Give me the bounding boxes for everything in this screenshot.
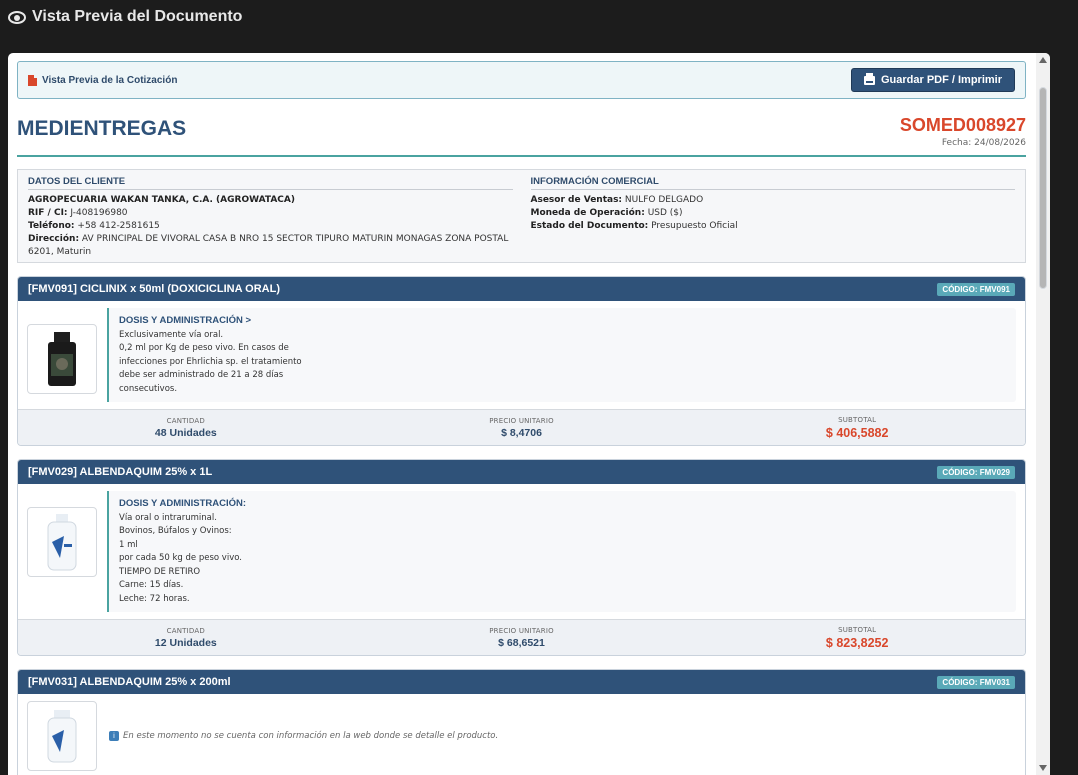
bottle-icon [48,332,76,386]
dosage-line: Vía oral o intraruminal. [119,512,217,523]
status-value: Presupuesto Oficial [651,221,738,231]
product-card: [FMV031] ALBENDAQUIM 25% x 200ml CÓDIGO:… [17,669,1026,775]
product-header: [FMV031] ALBENDAQUIM 25% x 200ml CÓDIGO:… [18,670,1025,694]
scroll-down-arrow-icon[interactable] [1039,765,1047,771]
preview-bar: Vista Previa de la Cotización Guardar PD… [17,61,1026,99]
product-totals: CANTIDAD 48 Unidades PRECIO UNITARIO $ 8… [18,409,1025,445]
preview-label-text: Vista Previa de la Cotización [42,74,178,86]
unit-price-value: $ 8,4706 [501,426,542,439]
phone-label: Teléfono: [28,221,75,231]
qty-value: 12 Unidades [154,636,217,649]
dosage-line: TIEMPO DE RETIRO [119,566,201,577]
product-header: [FMV091] CICLINIX x 50ml (DOXICICLINA OR… [18,277,1025,301]
window-title: Vista Previa del Documento [32,8,243,25]
dosage-line: Carne: 15 días. [119,580,184,590]
pdf-icon [28,74,37,86]
unit-price-label: PRECIO UNITARIO [489,626,554,635]
subtotal-value: $ 823,8252 [825,635,889,650]
product-title: [FMV091] CICLINIX x 50ml (DOXICICLINA OR… [28,283,281,295]
document-frame: Vista Previa de la Cotización Guardar PD… [8,53,1050,775]
qty-label: CANTIDAD [166,416,205,425]
company-name: MEDIENTREGAS [17,117,187,140]
status-label: Estado del Documento: [530,221,649,231]
dosage-line: 0,2 ml por Kg de peso vivo. En casos de [119,343,289,353]
dosage-line: consecutivos. [119,383,178,394]
printer-icon [863,72,875,85]
quote-info: SOMED008927 Fecha: 24/08/2026 [900,115,1026,148]
vertical-scrollbar[interactable] [1036,53,1050,775]
dosage-line: Exclusivamente vía oral. [119,329,224,340]
info-icon: i [109,731,119,741]
product-card: [FMV091] CICLINIX x 50ml (DOXICICLINA OR… [17,276,1026,446]
dosage-line: Bovinos, Búfalos y Ovinos: [119,526,232,536]
eye-icon [8,10,26,24]
subtotal-label: SUBTOTAL [838,625,877,634]
address-label: Dirección: [28,234,80,244]
product-header: [FMV029] ALBENDAQUIM 25% x 1L CÓDIGO: FM… [18,460,1025,484]
product-totals: CANTIDAD 12 Unidades PRECIO UNITARIO $ 6… [18,619,1025,655]
preview-label: Vista Previa de la Cotización [28,74,178,86]
client-info-box: DATOS DEL CLIENTE AGROPECUARIA WAKAN TAN… [17,169,1026,263]
dosage-line: 1 ml [119,539,138,550]
advisor-value: NULFO DELGADO [624,195,704,205]
product-image [27,324,97,394]
bottle-icon [47,514,77,571]
address-value: AV PRINCIPAL DE VIVORAL CASA B NRO 15 SE… [28,234,509,257]
dosage-block: DOSIS Y ADMINISTRACIÓN > Exclusivamente … [107,308,1016,402]
no-info-text: En este momento no se cuenta con informa… [123,731,499,741]
product-code-badge: CÓDIGO: FMV091 [937,282,1015,296]
dosage-title: DOSIS Y ADMINISTRACIÓN > [119,315,252,326]
product-title: [FMV029] ALBENDAQUIM 25% x 1L [28,466,213,478]
product-title: [FMV031] ALBENDAQUIM 25% x 200ml [28,676,231,688]
window-titlebar: Vista Previa del Documento [0,0,1078,34]
dosage-title: DOSIS Y ADMINISTRACIÓN: [119,498,247,509]
rif-label: RIF / CI: [28,208,68,218]
document-header: MEDIENTREGAS SOMED008927 Fecha: 24/08/20… [17,115,1026,157]
bottle-icon [47,710,77,763]
product-code-badge: CÓDIGO: FMV031 [937,675,1015,689]
currency-value: USD ($) [647,208,683,218]
quote-date: Fecha: 24/08/2026 [941,138,1026,148]
dosage-block: DOSIS Y ADMINISTRACIÓN: Vía oral o intra… [107,491,1016,612]
qty-value: 48 Unidades [154,426,217,439]
dosage-line: infecciones por Ehrlichia sp. el tratami… [119,356,302,367]
product-code-badge: CÓDIGO: FMV029 [937,465,1015,479]
advisor-label: Asesor de Ventas: [530,195,623,205]
quote-number: SOMED008927 [899,115,1026,135]
unit-price-value: $ 68,6521 [498,636,545,649]
client-heading: DATOS DEL CLIENTE [28,176,513,190]
qty-label: CANTIDAD [166,626,205,635]
document-scroll-area[interactable]: Vista Previa de la Cotización Guardar PD… [17,61,1026,775]
subtotal-value: $ 406,5882 [825,425,889,440]
scroll-up-arrow-icon[interactable] [1039,57,1047,63]
commercial-data: INFORMACIÓN COMERCIAL Asesor de Ventas: … [530,176,1015,256]
dosage-line: debe ser administrado de 21 a 28 días [119,370,284,380]
dosage-line: Leche: 72 horas. [119,593,190,604]
subtotal-label: SUBTOTAL [838,415,877,424]
product-image [27,701,97,771]
print-pdf-button[interactable]: Guardar PDF / Imprimir [850,68,1015,92]
rif-value: J-408196980 [70,208,128,218]
dosage-line: por cada 50 kg de peso vivo. [119,553,242,563]
client-data: DATOS DEL CLIENTE AGROPECUARIA WAKAN TAN… [28,176,513,257]
phone-value: +58 412-2581615 [77,221,160,231]
product-card: [FMV029] ALBENDAQUIM 25% x 1L CÓDIGO: FM… [17,459,1026,656]
commercial-heading: INFORMACIÓN COMERCIAL [530,176,1015,190]
scrollbar-thumb[interactable] [1039,87,1047,289]
currency-label: Moneda de Operación: [530,208,645,218]
no-info-message: i En este momento no se cuenta con infor… [109,701,498,771]
unit-price-label: PRECIO UNITARIO [489,416,554,425]
product-image [27,507,97,577]
print-button-label: Guardar PDF / Imprimir [880,74,1002,86]
client-name: AGROPECUARIA WAKAN TANKA, C.A. (AGROWATA… [28,195,295,205]
